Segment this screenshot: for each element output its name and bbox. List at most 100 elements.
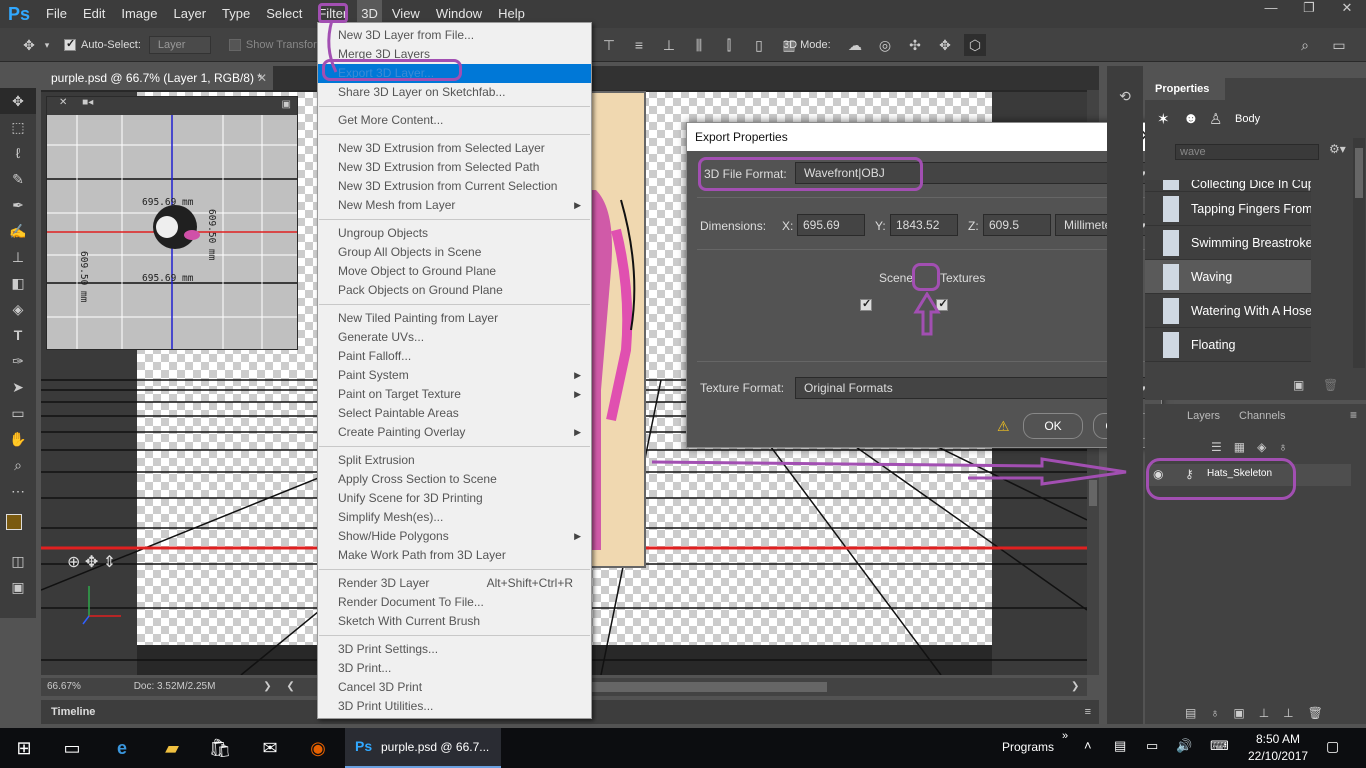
pan-icon[interactable]: ✣ [904, 34, 926, 56]
constraint-icon[interactable]: ⊥ [1283, 706, 1307, 720]
windows-start-icon[interactable]: ⊞ [0, 728, 48, 768]
list-item[interactable]: Swimming Breastroke To [1145, 226, 1311, 260]
light-icon[interactable]: ♁ [1210, 706, 1233, 720]
menu-image[interactable]: Image [113, 0, 165, 28]
secondary-view[interactable]: ✕ ■◂ ▣ 695.69 mm 695.69 mm 609.50 mm 609… [46, 96, 298, 350]
move-tool-icon[interactable]: ✥ [0, 88, 36, 114]
menu-item-split-extrusion[interactable]: Split Extrusion [318, 451, 591, 470]
ok-button[interactable]: OK [1023, 413, 1083, 439]
screen-mode-icon[interactable]: ▣ [0, 574, 36, 600]
marquee-tool-icon[interactable]: ⬚ [0, 114, 36, 140]
filter-scene-icon[interactable]: ☰ [1211, 440, 1234, 454]
menu-item-render-3d-layer[interactable]: Render 3D Layer Alt+Shift+Ctrl+R [318, 574, 591, 593]
programs-label[interactable]: Programs [1002, 740, 1054, 754]
scroll-thumb[interactable] [1355, 148, 1363, 198]
material-icon[interactable]: ▣ [1233, 706, 1258, 720]
align-bottom-icon[interactable]: ⊥ [658, 34, 680, 56]
list-item[interactable]: Tapping Fingers From A S [1145, 192, 1311, 226]
search-icon[interactable]: ⌕ [1294, 34, 1316, 56]
roll-icon[interactable]: ◎ [874, 34, 896, 56]
menu-item-create-overlay[interactable]: Create Painting Overlay ▶ [318, 423, 591, 442]
close-icon[interactable]: ✕ [59, 97, 67, 108]
list-item[interactable]: Watering With A Hose [1145, 294, 1311, 328]
menu-item-generate-uvs[interactable]: Generate UVs... [318, 328, 591, 347]
new-mesh-icon[interactable]: ▤ [1185, 706, 1210, 720]
zoom-level[interactable]: 66.67% [47, 681, 81, 692]
camera-icon[interactable]: ■◂ [82, 97, 93, 108]
keyboard-icon[interactable]: ⌨ [1210, 738, 1229, 754]
store-icon[interactable]: 🛍 [196, 728, 244, 768]
menu-item-3d-print[interactable]: 3D Print... [318, 659, 591, 678]
eyedropper-tool-icon[interactable]: ✒ [0, 192, 36, 218]
menu-item-render-document[interactable]: Render Document To File... [318, 593, 591, 612]
menu-item-move-to-ground[interactable]: Move Object to Ground Plane [318, 262, 591, 281]
menu-item-3d-print-utilities[interactable]: 3D Print Utilities... [318, 697, 591, 716]
workspace-icon[interactable]: ▭ [1328, 34, 1350, 56]
filter-light-icon[interactable]: ♁ [1278, 440, 1299, 454]
paint-bucket-tool-icon[interactable]: ◈ [0, 296, 36, 322]
distribute-icon[interactable]: ⫼ [688, 34, 710, 56]
edge-browser-icon[interactable]: e [98, 728, 146, 768]
tab-properties[interactable]: Properties [1145, 78, 1225, 100]
menu-item-extrusion-selected-layer[interactable]: New 3D Extrusion from Selected Layer [318, 139, 591, 158]
clock-time[interactable]: 8:50 AM [1256, 732, 1300, 746]
type-tool-icon[interactable]: T [0, 322, 36, 348]
taskbar-photoshop[interactable]: Ps purple.psd @ 66.7... [345, 728, 501, 768]
menu-edit[interactable]: Edit [75, 0, 113, 28]
distribute-right-icon[interactable]: ▯ [748, 34, 770, 56]
menu-item-sketch-brush[interactable]: Sketch With Current Brush [318, 612, 591, 631]
path-select-tool-icon[interactable]: ➤ [0, 374, 36, 400]
list-item[interactable]: Collecting Dice In Cup An [1145, 180, 1311, 192]
auto-select-checkbox[interactable] [64, 37, 76, 51]
menu-item-share-sketchfab[interactable]: Share 3D Layer on Sketchfab... [318, 83, 591, 102]
menu-item-new-3d-layer-from-file[interactable]: New 3D Layer from File... [318, 26, 591, 45]
pen-tool-icon[interactable]: ✑ [0, 348, 36, 374]
menu-item-show-hide-polygons[interactable]: Show/Hide Polygons ▶ [318, 527, 591, 546]
menu-item-unify-scene[interactable]: Unify Scene for 3D Printing [318, 489, 591, 508]
menu-item-extrusion-current-selection[interactable]: New 3D Extrusion from Current Selection [318, 177, 591, 196]
task-view-icon[interactable]: ▭ [48, 728, 96, 768]
new-icon[interactable]: ▣ [1293, 378, 1304, 392]
axis-widget[interactable]: ⊕ ✥ ⇕ [67, 552, 116, 572]
scale-3d-icon[interactable]: ⬡ [964, 34, 986, 56]
tab-layers[interactable]: Layers [1187, 410, 1220, 422]
rectangle-tool-icon[interactable]: ▭ [0, 400, 36, 426]
zoom-tool-icon[interactable]: ⌕ [0, 452, 36, 478]
notifications-icon[interactable]: ▢ [1326, 738, 1339, 755]
distribute-center-icon[interactable]: ⫿ [718, 34, 740, 56]
menu-item-get-more-content[interactable]: Get More Content... [318, 111, 591, 130]
foreground-color-swatch[interactable] [6, 514, 22, 530]
hand-tool-icon[interactable]: ✋ [0, 426, 36, 452]
stamp-tool-icon[interactable]: ⊥ [0, 244, 36, 270]
network-icon[interactable]: ▤ [1114, 738, 1126, 754]
y-input[interactable]: 1843.52 [890, 214, 958, 236]
slide-icon[interactable]: ✥ [934, 34, 956, 56]
firefox-icon[interactable]: ◉ [294, 728, 342, 768]
expand-icon[interactable]: ▣ [282, 99, 291, 110]
menu-item-extrusion-selected-path[interactable]: New 3D Extrusion from Selected Path [318, 158, 591, 177]
menu-item-paint-falloff[interactable]: Paint Falloff... [318, 347, 591, 366]
menu-file[interactable]: File [38, 0, 75, 28]
mail-icon[interactable]: ✉ [246, 728, 294, 768]
search-field[interactable]: wave [1175, 144, 1319, 160]
menu-item-paint-on-target[interactable]: Paint on Target Texture ▶ [318, 385, 591, 404]
file-explorer-icon[interactable]: ▰ [148, 728, 196, 768]
document-tab[interactable]: purple.psd @ 66.7% (Layer 1, RGB/8) * ✕ [41, 66, 273, 90]
menu-item-new-tiled-painting[interactable]: New Tiled Painting from Layer [318, 309, 591, 328]
clock-date[interactable]: 22/10/2017 [1248, 749, 1308, 763]
settings-gear-icon[interactable]: ⚙▾ [1329, 142, 1346, 156]
expand-toolbar-icon[interactable]: » [1062, 730, 1068, 742]
auto-select-dropdown[interactable]: Layer [148, 35, 211, 54]
close-icon[interactable]: ✕ [1328, 0, 1366, 22]
align-middle-icon[interactable]: ≡ [628, 34, 650, 56]
z-input[interactable]: 609.5 [983, 214, 1051, 236]
history-icon[interactable]: ⟲ [1107, 88, 1143, 105]
menu-item-ungroup-objects[interactable]: Ungroup Objects [318, 224, 591, 243]
menu-item-pack-on-ground[interactable]: Pack Objects on Ground Plane [318, 281, 591, 300]
tray-up-icon[interactable]: ˄ [1084, 738, 1092, 753]
menu-item-paint-system[interactable]: Paint System ▶ [318, 366, 591, 385]
menu-layer[interactable]: Layer [166, 0, 215, 28]
x-input[interactable]: 695.69 [797, 214, 865, 236]
scene-checkbox[interactable] [860, 297, 872, 311]
texture-format-select[interactable]: Original Formats ▾ [795, 377, 1153, 399]
